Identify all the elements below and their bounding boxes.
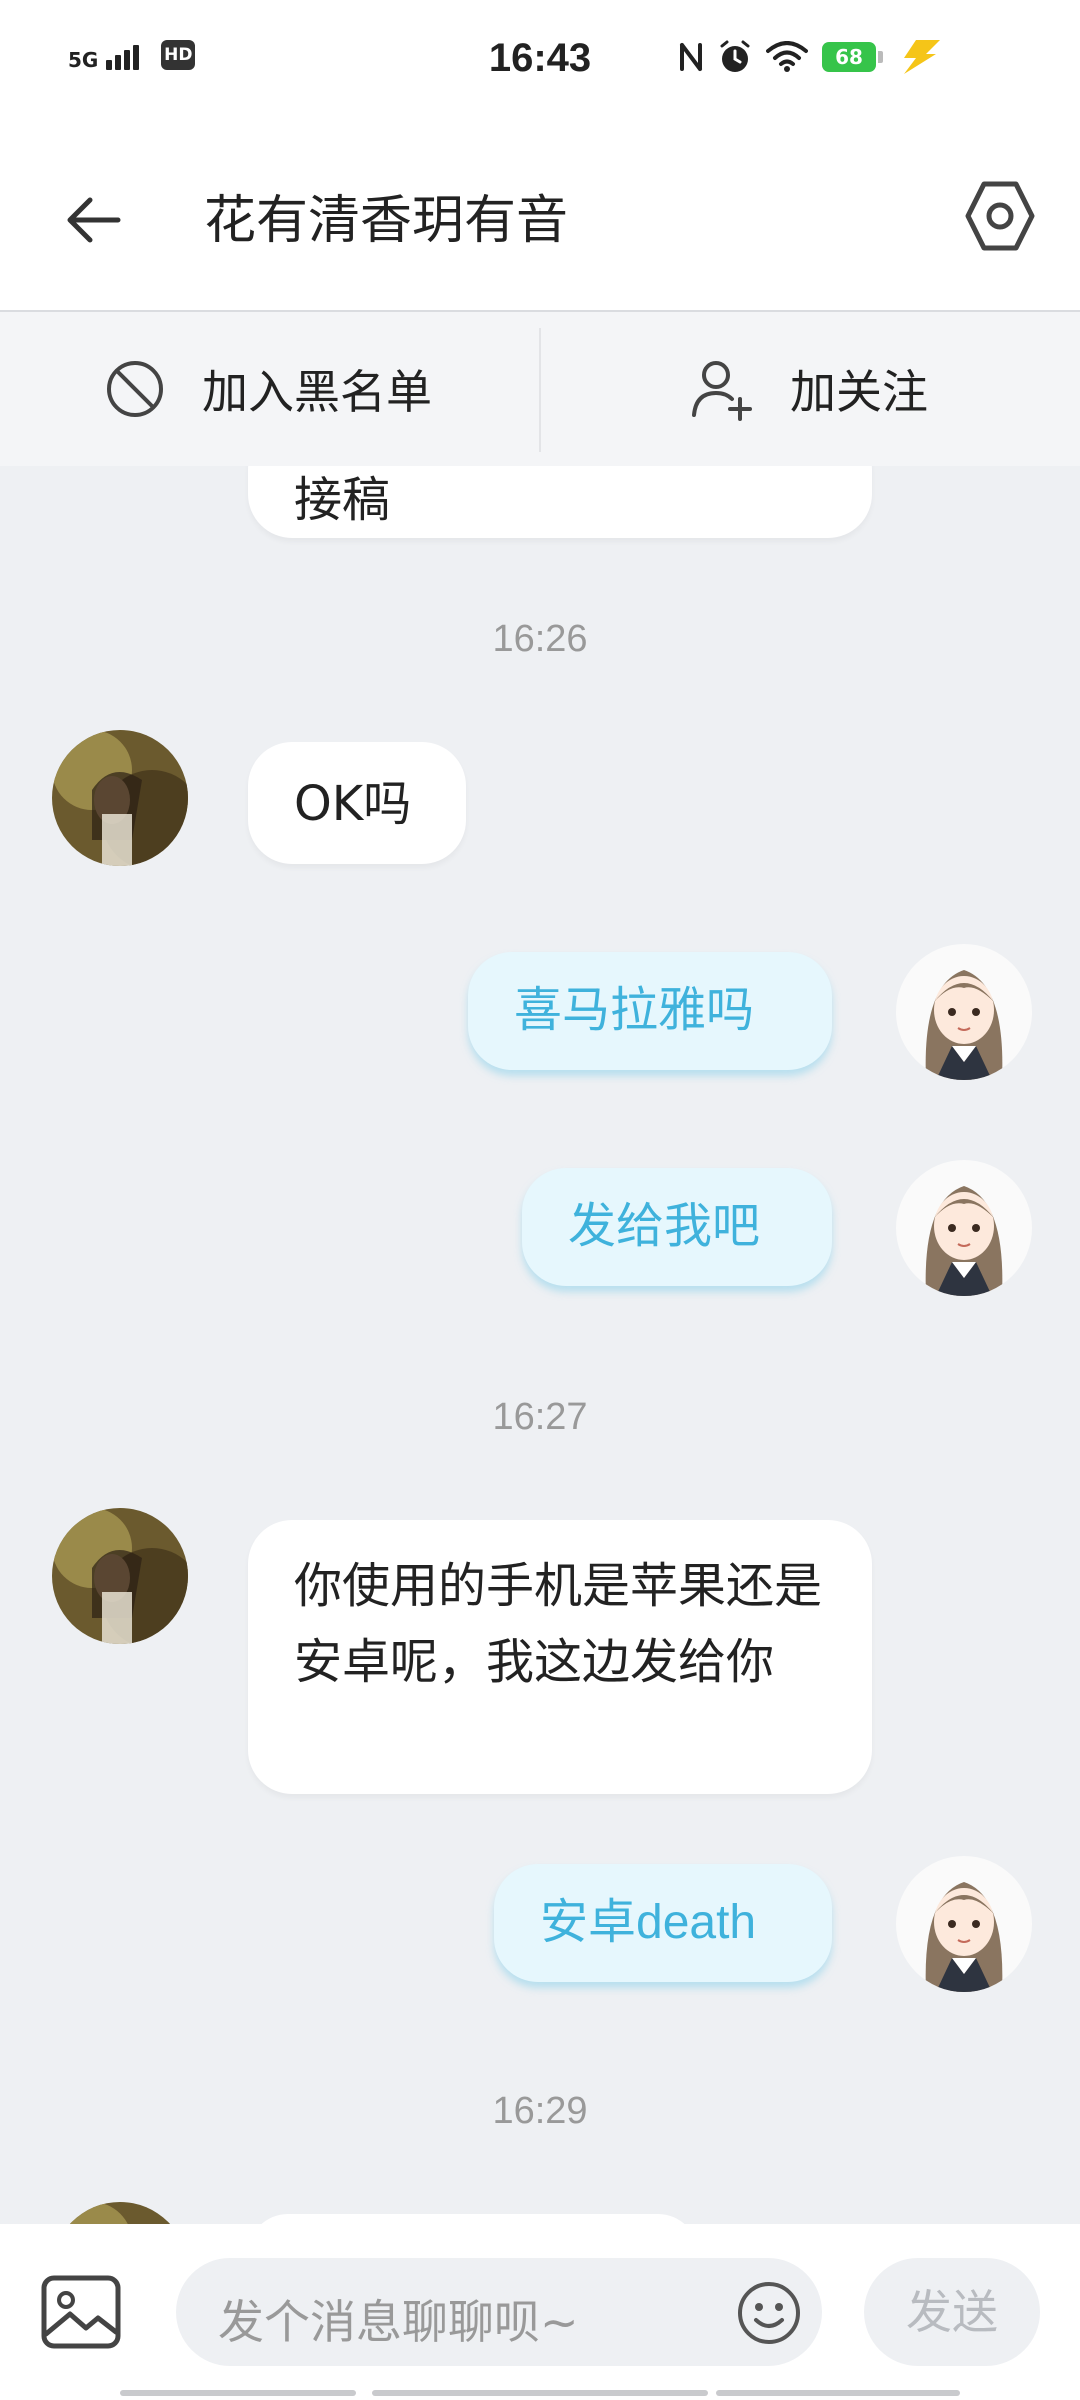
message-text: 喜马拉雅吗 [514, 982, 755, 1038]
timestamp: 16:29 [492, 2090, 588, 2132]
message-outgoing[interactable]: 发给我吧 [522, 1168, 832, 1286]
contact-avatar[interactable] [52, 2202, 188, 2224]
chat-list[interactable]: 接稿 16:26 OK吗 喜马拉雅吗 发给我吧 16:27 你使用的手机是苹果还… [0, 466, 1080, 2224]
nav-gesture-bar [716, 2390, 960, 2396]
message-incoming[interactable]: OK吗 [248, 742, 466, 864]
timestamp: 16:26 [492, 618, 588, 660]
send-button[interactable]: 发送 [864, 2258, 1040, 2366]
timestamp: 16:27 [492, 1396, 588, 1438]
message-text: 你使用的手机是苹果还是安卓呢，我这边发给你 [294, 1558, 823, 1690]
block-icon [107, 361, 163, 417]
my-avatar[interactable] [896, 944, 1032, 1080]
message-text: 接稿 [294, 472, 391, 528]
message-outgoing[interactable]: 喜马拉雅吗 [468, 952, 832, 1070]
back-button[interactable] [56, 180, 136, 260]
message-outgoing[interactable]: 安卓death [494, 1864, 832, 1982]
image-button[interactable] [40, 2274, 122, 2350]
settings-hexagon-icon [965, 181, 1035, 251]
message-incoming[interactable] [248, 2214, 698, 2224]
nfc-icon [680, 43, 702, 71]
blacklist-button[interactable]: 加入黑名单 [104, 312, 432, 466]
alarm-icon [720, 40, 750, 72]
settings-button[interactable] [960, 176, 1040, 256]
emoji-icon [738, 2282, 800, 2344]
image-icon [41, 2275, 121, 2349]
message-text: 发给我吧 [568, 1198, 761, 1254]
message-input-placeholder: 发个消息聊聊呗~ [218, 2295, 579, 2349]
contact-avatar[interactable] [52, 730, 188, 866]
nav-gesture-bar [120, 2390, 356, 2396]
contact-avatar[interactable] [52, 1508, 188, 1644]
message-incoming[interactable]: 接稿 [248, 466, 872, 538]
back-arrow-icon [67, 197, 121, 243]
battery-indicator: 68 [822, 42, 883, 72]
my-avatar[interactable] [896, 1160, 1032, 1296]
emoji-button[interactable] [736, 2280, 802, 2346]
follow-label: 加关注 [790, 365, 928, 419]
blacklist-label: 加入黑名单 [202, 365, 432, 419]
message-incoming[interactable]: 你使用的手机是苹果还是安卓呢，我这边发给你 [248, 1520, 872, 1794]
status-icons: 68 [678, 38, 942, 76]
page-title: 花有清香玥有音 [204, 191, 569, 251]
action-divider [539, 328, 541, 452]
message-text: 安卓death [540, 1896, 757, 1949]
add-user-icon [692, 361, 752, 421]
follow-button[interactable]: 加关注 [690, 312, 928, 466]
message-text: OK吗 [294, 776, 412, 832]
charging-icon [904, 40, 940, 74]
my-avatar[interactable] [896, 1856, 1032, 1992]
wifi-icon [766, 41, 808, 72]
nav-gesture-bar [372, 2390, 708, 2396]
